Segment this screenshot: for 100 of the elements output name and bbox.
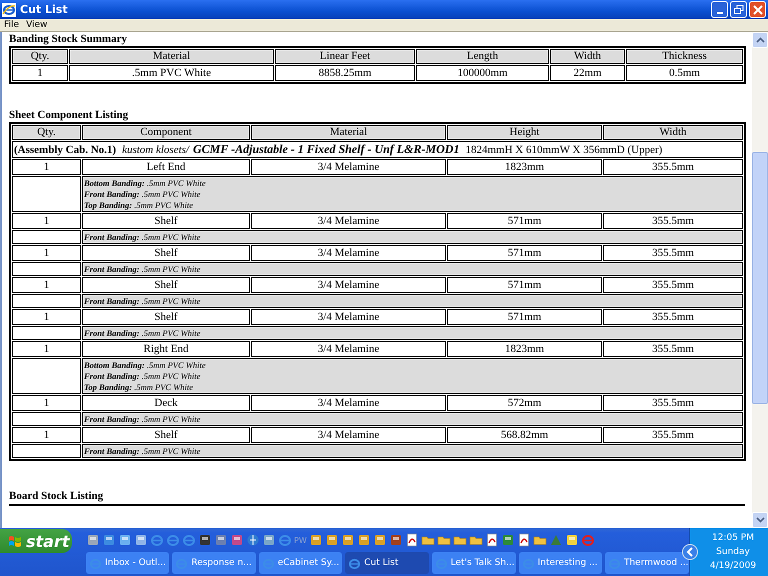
menu-item[interactable]: File	[4, 20, 20, 30]
table-cell: 3/4 Melamine	[251, 159, 446, 175]
quick-launch-label[interactable]: PW	[294, 536, 307, 544]
table-cell: Deck	[82, 395, 250, 411]
table-cell: 3/4 Melamine	[251, 245, 446, 261]
table-cell: 1	[12, 277, 81, 293]
restore-button[interactable]	[730, 1, 747, 18]
table-cell: 1823mm	[447, 159, 602, 175]
table-cell: 0.5mm	[626, 65, 743, 81]
table-cell: Left End	[82, 159, 250, 175]
table-cell: Right End	[82, 341, 250, 357]
assembly-label: (Assembly Cab. No.1)	[14, 144, 116, 156]
table-cell: Shelf	[82, 427, 250, 443]
app-icon[interactable]	[372, 533, 387, 547]
table-cell: 1	[12, 213, 81, 229]
banding-note: Bottom Banding: .5mm PVC White	[84, 360, 207, 371]
table-cell: 1823mm	[447, 341, 602, 357]
table-cell: 355.5mm	[603, 277, 743, 293]
table-cell: 22mm	[550, 65, 625, 81]
column-header: Width	[603, 125, 743, 140]
table-cell: Shelf	[82, 245, 250, 261]
table-cell: 1	[12, 309, 81, 325]
table-cell: 571mm	[447, 277, 602, 293]
app-icon[interactable]	[308, 533, 323, 547]
table-cell: 3/4 Melamine	[251, 427, 446, 443]
banding-note: Top Banding: .5mm PVC White	[84, 200, 194, 211]
close-icon	[752, 4, 762, 14]
browser-logo-icon	[2, 2, 16, 16]
banding-note: Front Banding: .5mm PVC White	[84, 328, 202, 339]
taskbar-button[interactable]: Cut List	[345, 552, 429, 574]
column-header: Length	[416, 49, 549, 64]
banding-note: Front Banding: .5mm PVC White	[84, 414, 202, 425]
browser-icon	[348, 556, 362, 570]
column-header: Width	[550, 49, 625, 64]
column-header: Material	[69, 49, 274, 64]
section-heading: Sheet Component Listing	[9, 110, 130, 121]
scroll-thumb[interactable]	[752, 152, 768, 404]
column-header: Height	[447, 125, 602, 140]
assembly-vendor: kustom klosets/	[122, 144, 189, 156]
table-cell: 571mm	[447, 213, 602, 229]
banding-note: Bottom Banding: .5mm PVC White	[84, 178, 207, 189]
banding-note: Front Banding: .5mm PVC White	[84, 189, 202, 200]
column-header: Thickness	[626, 49, 743, 64]
minimize-icon	[716, 12, 722, 14]
pdf-document-icon[interactable]	[516, 533, 531, 547]
vertical-scrollbar[interactable]	[752, 32, 768, 528]
table-cell: Shelf	[82, 277, 250, 293]
table-cell: 1	[12, 427, 81, 443]
minimize-button[interactable]	[711, 1, 728, 18]
section-heading: Banding Stock Summary	[9, 34, 128, 45]
taskbar-button[interactable]: Thermwood ...	[604, 552, 689, 574]
banding-note: Front Banding: .5mm PVC White	[84, 296, 202, 307]
app-icon[interactable]	[324, 533, 339, 547]
clock-time: 12:05 PM	[712, 532, 754, 545]
table-cell: Shelf	[82, 213, 250, 229]
table-cell: 3/4 Melamine	[251, 277, 446, 293]
table-cell: 3/4 Melamine	[251, 395, 446, 411]
table-cell: 3/4 Melamine	[251, 341, 446, 357]
restore-icon	[734, 4, 744, 14]
table-cell: 568.82mm	[447, 427, 602, 443]
table-cell: 1	[12, 245, 81, 261]
taskbar-button[interactable]: eCabinet Sy...	[258, 552, 342, 574]
app-icon[interactable]	[340, 533, 355, 547]
table-cell: 1	[12, 395, 81, 411]
table-cell: 8858.25mm	[275, 65, 415, 81]
window-title: Cut List	[20, 3, 68, 16]
taskbar-button[interactable]: Interesting ...	[518, 552, 602, 574]
clock-day: Sunday	[716, 545, 750, 559]
table-cell: 355.5mm	[603, 341, 743, 357]
table-cell: 355.5mm	[603, 309, 743, 325]
column-header: Component	[82, 125, 250, 140]
pdf-document-icon[interactable]	[404, 533, 419, 547]
pdf-document-icon[interactable]	[484, 533, 499, 547]
table-cell: 100000mm	[416, 65, 549, 81]
taskbar-button[interactable]: Response n...	[172, 552, 256, 574]
banding-note: Front Banding: .5mm PVC White	[84, 446, 202, 457]
table-cell: 355.5mm	[603, 159, 743, 175]
column-header: Qty.	[12, 49, 68, 64]
column-header: Qty.	[12, 125, 81, 140]
menu-item[interactable]: View	[26, 20, 48, 30]
table-cell: 1	[12, 65, 68, 81]
banding-note: Front Banding: .5mm PVC White	[84, 264, 202, 275]
assembly-dimensions: 1824mmH X 610mmW X 356mmD (Upper)	[465, 144, 662, 156]
table-cell: 571mm	[447, 245, 602, 261]
taskbar-button[interactable]: Inbox - Outl...	[86, 552, 170, 574]
app-icon[interactable]	[356, 533, 371, 547]
table-cell: 355.5mm	[603, 213, 743, 229]
table-cell: 1	[12, 159, 81, 175]
clock-date: 4/19/2009	[710, 560, 756, 573]
table-cell: .5mm PVC White	[69, 65, 274, 81]
table-cell: 3/4 Melamine	[251, 309, 446, 325]
table-cell: 355.5mm	[603, 427, 743, 443]
windows-flag-icon	[8, 534, 22, 548]
table-cell: 3/4 Melamine	[251, 213, 446, 229]
start-button[interactable]: start	[0, 529, 72, 553]
table-cell: Shelf	[82, 309, 250, 325]
table-cell: 355.5mm	[603, 245, 743, 261]
close-button[interactable]	[749, 1, 766, 18]
taskbar-button[interactable]: Let's Talk Sh...	[432, 552, 516, 574]
table-cell: 572mm	[447, 395, 602, 411]
